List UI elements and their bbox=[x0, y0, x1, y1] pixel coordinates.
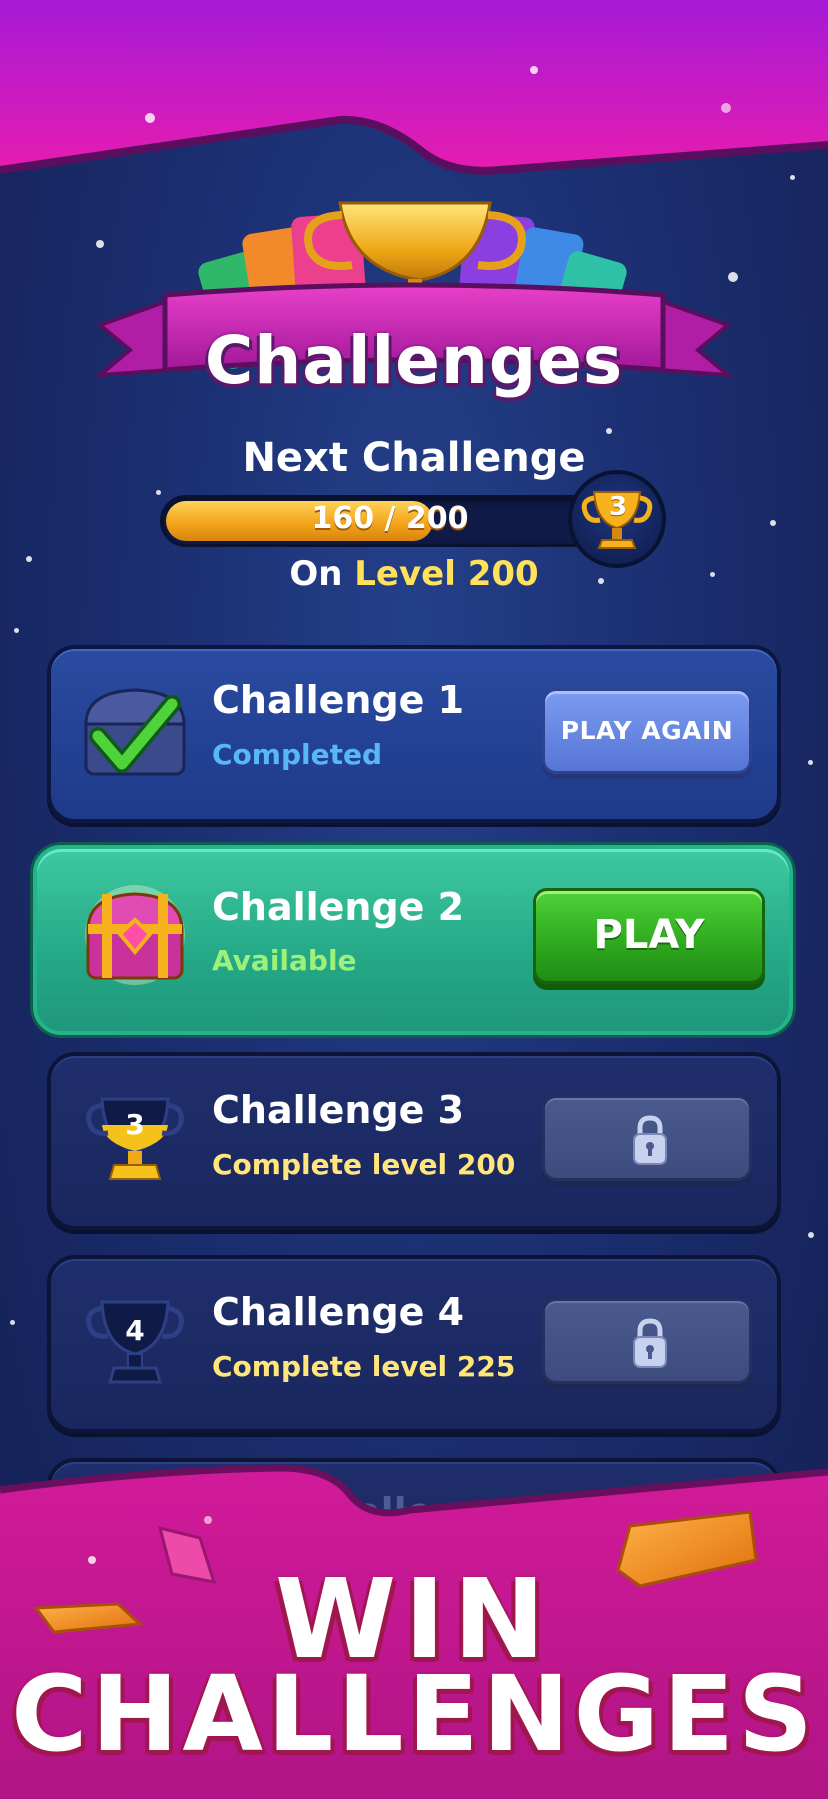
level-prefix: On bbox=[289, 554, 343, 594]
promo-line-2: CHALLENGES bbox=[11, 1653, 817, 1775]
challenge-title: Challenge 4 bbox=[212, 1290, 465, 1334]
lock-icon bbox=[633, 1115, 667, 1165]
level-value: Level 200 bbox=[354, 554, 539, 594]
challenge-title: Challenge 1 bbox=[212, 678, 465, 722]
trophy-number: 4 bbox=[125, 1314, 145, 1347]
challenge-title: Challenge 3 bbox=[212, 1088, 465, 1132]
trophy-number: 3 bbox=[125, 1108, 145, 1141]
challenge-status: Complete level 200 bbox=[212, 1148, 516, 1181]
play-button[interactable]: PLAY bbox=[533, 888, 765, 984]
next-challenge-level: On Level 200 bbox=[0, 554, 828, 594]
lock-icon bbox=[633, 1318, 667, 1368]
page-title: Challenges bbox=[204, 322, 624, 399]
play-again-button[interactable]: PLAY AGAIN bbox=[542, 688, 752, 774]
challenge-status: Completed bbox=[212, 738, 383, 771]
challenge-status: Complete level 225 bbox=[212, 1350, 516, 1383]
challenge-title: Challenge 2 bbox=[212, 885, 465, 929]
challenge-status: Available bbox=[212, 944, 357, 977]
completed-chest-icon bbox=[84, 688, 186, 776]
treasure-chest-icon bbox=[85, 885, 185, 985]
top-band bbox=[0, 0, 828, 175]
next-challenge-title: Next Challenge bbox=[242, 435, 586, 481]
next-trophy-number: 3 bbox=[608, 492, 628, 522]
locked-button[interactable] bbox=[542, 1095, 752, 1181]
progress-text: 160 / 200 bbox=[311, 501, 469, 536]
locked-button[interactable] bbox=[542, 1298, 752, 1384]
